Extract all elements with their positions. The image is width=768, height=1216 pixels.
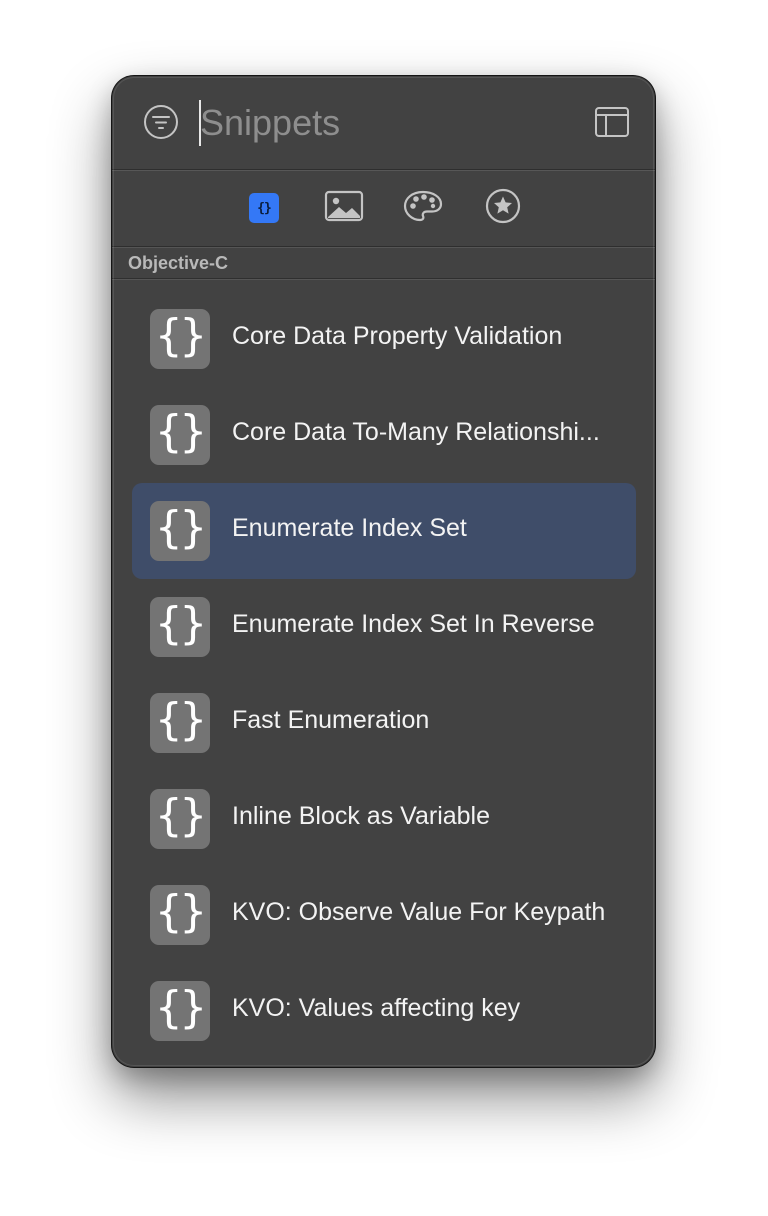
tab-colors[interactable] xyxy=(403,190,443,226)
list-item[interactable]: {} KVO: Observe Value For Keypath xyxy=(132,867,636,963)
snippet-label: Fast Enumeration xyxy=(232,706,430,734)
search-input[interactable] xyxy=(200,98,580,148)
list-item[interactable]: {} Enumerate Index Set xyxy=(132,483,636,579)
snippet-curly-braces-icon: {} xyxy=(150,789,210,849)
snippet-curly-braces-icon: {} xyxy=(150,405,210,465)
snippet-curly-braces-icon: {} xyxy=(150,693,210,753)
list-item[interactable]: {} Inline Block as Variable xyxy=(132,771,636,867)
snippet-label: Inline Block as Variable xyxy=(232,802,491,830)
snippet-curly-braces-icon: {} xyxy=(150,597,210,657)
palette-icon xyxy=(403,189,443,228)
tab-code-snippets[interactable]: {} xyxy=(244,190,284,226)
snippet-curly-braces-icon: {} xyxy=(150,501,210,561)
curly-braces-icon: {} xyxy=(249,193,279,223)
sidebar-layout-icon[interactable] xyxy=(594,106,630,138)
library-tabs: {} xyxy=(112,170,655,247)
list-item[interactable]: {} Enumerate Index Set In Reverse xyxy=(132,579,636,675)
snippet-label: Enumerate Index Set xyxy=(232,514,467,542)
snippet-curly-braces-icon: {} xyxy=(150,885,210,945)
snippet-label: Core Data To-Many Relationshi... xyxy=(232,418,600,446)
section-header: Objective-C xyxy=(112,248,655,279)
filter-icon[interactable] xyxy=(143,104,179,140)
snippets-library-panel: {} xyxy=(112,76,655,1067)
search-bar xyxy=(112,76,655,170)
list-item[interactable]: {} KVO: Values affecting key xyxy=(132,963,636,1059)
list-item[interactable]: {} Fast Enumeration xyxy=(132,675,636,771)
snippet-label: KVO: Observe Value For Keypath xyxy=(232,898,606,926)
star-icon xyxy=(485,188,521,229)
tab-media[interactable] xyxy=(324,190,364,226)
image-icon xyxy=(324,190,364,227)
section-label: Objective-C xyxy=(128,253,229,273)
list-item[interactable]: {} Core Data To-Many Relationshi... xyxy=(132,387,636,483)
tab-favorites[interactable] xyxy=(483,188,523,229)
snippet-label: KVO: Values affecting key xyxy=(232,994,521,1022)
snippet-label: Enumerate Index Set In Reverse xyxy=(232,610,595,638)
snippet-label: Core Data Property Validation xyxy=(232,322,563,350)
snippet-curly-braces-icon: {} xyxy=(150,309,210,369)
list-item[interactable]: {} Core Data Property Validation xyxy=(132,291,636,387)
snippet-curly-braces-icon: {} xyxy=(150,981,210,1041)
